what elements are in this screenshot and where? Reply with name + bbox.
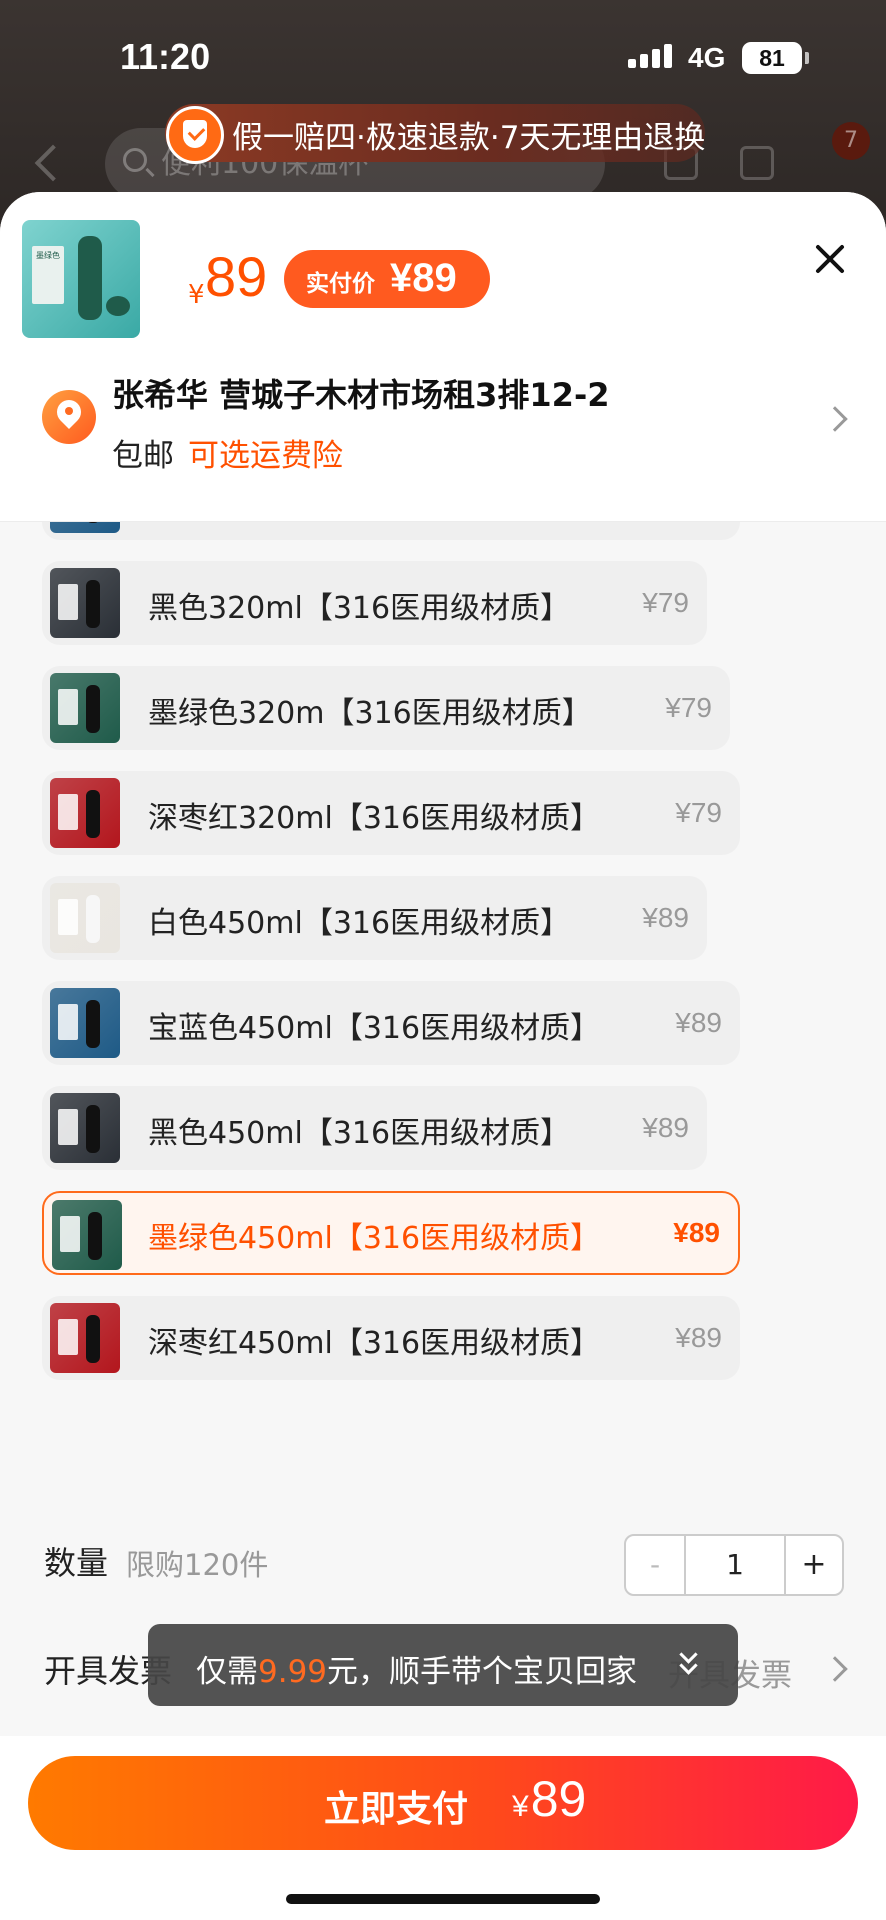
share-icon [740, 146, 774, 180]
option-name: 黑色450ml【316医用级材质】 [148, 1116, 571, 1151]
signal-icon [628, 44, 674, 68]
option-name: 深枣红450ml【316医用级材质】 [148, 1326, 601, 1361]
option-item[interactable]: 墨绿色320m【316医用级材质】 ¥79 [42, 666, 730, 750]
pay-button-currency: ¥ [512, 1790, 529, 1823]
paid-price-badge: 实付价 ¥89 [284, 250, 490, 308]
status-time: 11:20 [120, 36, 211, 77]
chevron-down-double-icon[interactable] [674, 1645, 704, 1682]
option-price: ¥89 [642, 902, 689, 933]
quantity-plus-button[interactable]: + [784, 1536, 842, 1594]
address-text: 张希华 营城子木材市场租3排12-2 [112, 376, 610, 414]
option-item[interactable]: 宝蓝色450ml【316医用级材质】 ¥89 [42, 981, 740, 1065]
paid-price-value: ¥89 [390, 256, 457, 300]
sheet-header: 墨绿色 ¥ 89 实付价 ¥89 张希华 营城子木材市场租3排12-2 包邮 可… [0, 192, 886, 522]
network-type: 4G [688, 42, 726, 73]
option-price: ¥89 [675, 1322, 722, 1353]
option-thumbnail [50, 673, 120, 743]
option-thumbnail [50, 988, 120, 1058]
thumbnail-label: 墨绿色 [36, 251, 60, 260]
option-price: ¥89 [673, 1217, 720, 1248]
option-price: ¥79 [642, 587, 689, 618]
option-thumbnail [50, 778, 120, 848]
back-icon [34, 144, 72, 182]
paid-price-label: 实付价 [306, 271, 375, 297]
cart-badge: 7 [832, 122, 870, 160]
quantity-label: 数量 [44, 1544, 109, 1582]
option-item[interactable]: 深枣红320ml【316医用级材质】 ¥79 [42, 771, 740, 855]
option-name: 墨绿色320m【316医用级材质】 [148, 696, 592, 731]
option-item[interactable]: 深枣红450ml【316医用级材质】 ¥89 [42, 1296, 740, 1380]
option-thumbnail [50, 1303, 120, 1373]
option-price: ¥89 [675, 1007, 722, 1038]
quantity-value[interactable]: 1 [686, 1536, 784, 1594]
chevron-right-icon [822, 1656, 848, 1682]
pay-button-amount: 89 [530, 1771, 587, 1827]
option-name: 宝蓝色450ml【316医用级材质】 [148, 1011, 601, 1046]
location-pin-icon [42, 390, 96, 444]
option-thumbnail [50, 883, 120, 953]
chevron-right-icon [822, 406, 848, 432]
option-thumbnail [50, 1093, 120, 1163]
option-thumbnail [50, 568, 120, 638]
product-price: 89 [205, 245, 268, 308]
option-price: ¥79 [675, 797, 722, 828]
option-name: 墨绿色450ml【316医用级材质】 [148, 1221, 601, 1256]
toast-amount: 9.99 [258, 1654, 328, 1690]
quantity-limit: 限购120件 [126, 1548, 269, 1582]
close-icon[interactable] [810, 238, 850, 278]
battery-icon: 81 [742, 42, 809, 74]
option-thumbnail [52, 1200, 122, 1270]
shield-check-icon [166, 106, 224, 164]
option-name: 深枣红320ml【316医用级材质】 [148, 801, 601, 836]
option-name: 白色450ml【316医用级材质】 [148, 906, 571, 941]
option-price: ¥89 [642, 1112, 689, 1143]
option-item-selected[interactable]: 墨绿色450ml【316医用级材质】 ¥89 [42, 1191, 740, 1275]
quantity-minus-button[interactable]: - [626, 1536, 686, 1594]
option-price: ¥79 [665, 692, 712, 723]
product-thumbnail[interactable]: 墨绿色 [22, 220, 140, 338]
upsell-toast[interactable]: 仅需9.99元，顺手带个宝贝回家 [148, 1624, 738, 1706]
shipping-insurance-link[interactable]: 可选运费险 [188, 430, 343, 475]
pay-button-label: 立即支付 [324, 1789, 469, 1830]
guarantee-text: 假一赔四·极速退款·7天无理由退换 [232, 120, 706, 156]
quantity-stepper: - 1 + [624, 1534, 844, 1596]
pay-now-button[interactable]: 立即支付 ¥89 [28, 1756, 858, 1850]
free-shipping-label: 包邮 [112, 438, 174, 474]
toast-text: 仅需9.99元，顺手带个宝贝回家 [196, 1646, 637, 1691]
search-icon [123, 148, 147, 172]
toast-prefix: 仅需 [196, 1654, 258, 1690]
option-item[interactable]: 黑色320ml【316医用级材质】 ¥79 [42, 561, 707, 645]
option-item[interactable]: 黑色450ml【316医用级材质】 ¥89 [42, 1086, 707, 1170]
home-indicator [286, 1894, 600, 1904]
option-item[interactable]: 白色450ml【316医用级材质】 ¥89 [42, 876, 707, 960]
price-currency: ¥ [188, 280, 205, 310]
battery-level: 81 [759, 45, 785, 71]
option-name: 黑色320ml【316医用级材质】 [148, 591, 571, 626]
pay-button-price: ¥89 [512, 1770, 586, 1828]
toast-suffix: 元，顺手带个宝贝回家 [327, 1654, 638, 1690]
